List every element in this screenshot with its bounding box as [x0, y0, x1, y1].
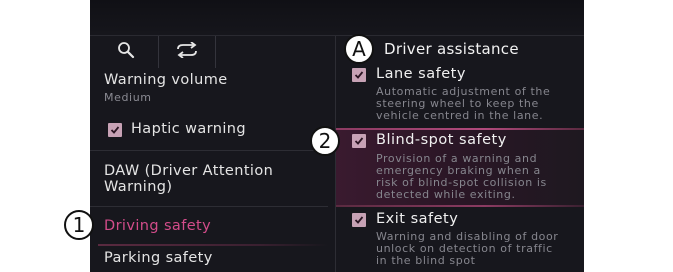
divider — [90, 206, 328, 207]
option-desc-line: in the blind spot — [376, 254, 476, 267]
option-title: Exit safety — [376, 211, 459, 227]
page-title: Driver assistance — [384, 40, 519, 58]
callout-1: 1 — [64, 210, 94, 240]
active-indicator — [98, 244, 328, 246]
menu-item-label: Haptic warning — [131, 121, 246, 137]
check-icon — [110, 126, 120, 134]
highlight-border-top — [336, 128, 584, 130]
callout-2: 2 — [310, 126, 340, 156]
lane-safety-checkbox[interactable] — [352, 68, 366, 82]
callout-a: A — [344, 34, 374, 64]
status-bar — [90, 0, 584, 36]
sync-button[interactable] — [158, 36, 216, 68]
option-desc-line: vehicle centred in the lane. — [376, 109, 544, 122]
option-title: Lane safety — [376, 66, 466, 82]
exit-safety-checkbox[interactable] — [352, 213, 366, 227]
check-icon — [354, 137, 364, 145]
haptic-warning-checkbox[interactable] — [108, 123, 122, 137]
sync-arrows-icon — [174, 41, 200, 62]
highlight-border-bottom — [336, 205, 584, 207]
driving-safety-options: Lane safety Automatic adjustment of the … — [336, 66, 584, 272]
menu-item-value: Medium — [104, 91, 152, 104]
search-button[interactable] — [97, 36, 155, 68]
settings-menu: Warning volume Medium Haptic warning DAW… — [90, 68, 330, 272]
menu-item-label: Parking safety — [104, 250, 213, 266]
search-icon — [117, 41, 135, 63]
toolbar — [90, 36, 335, 68]
blind-spot-safety-checkbox[interactable] — [352, 134, 366, 148]
menu-item-label-cont: Warning) — [104, 179, 173, 195]
menu-item-label: Driving safety — [104, 218, 212, 234]
option-title: Blind-spot safety — [376, 132, 507, 148]
check-icon — [354, 71, 364, 79]
menu-item-label: Warning volume — [104, 72, 228, 88]
option-desc-line: detected while exiting. — [376, 188, 516, 201]
divider — [90, 150, 328, 151]
check-icon — [354, 216, 364, 224]
